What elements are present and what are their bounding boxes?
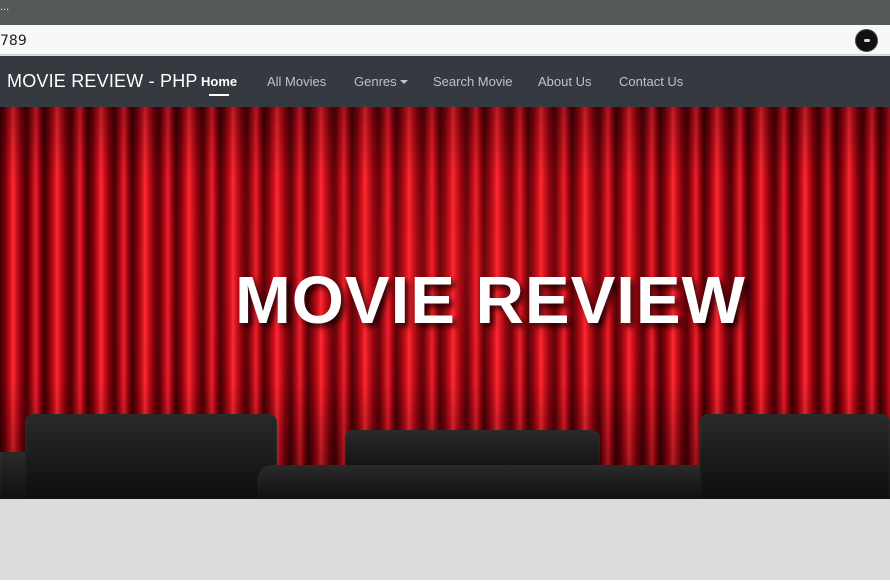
profile-avatar-icon[interactable] xyxy=(855,29,878,52)
browser-top-bar: ... xyxy=(0,0,890,25)
caret-down-icon xyxy=(399,80,408,84)
nav-contact-us[interactable]: Contact Us xyxy=(619,74,683,89)
page-bottom-strip xyxy=(0,580,890,587)
nav-genres-label: Genres xyxy=(354,74,397,89)
content-area xyxy=(0,499,890,580)
nav-home[interactable]: Home xyxy=(201,74,237,96)
address-bar[interactable]: 789 xyxy=(0,25,890,55)
tab-fragment: ... xyxy=(0,1,10,13)
theater-seat xyxy=(258,465,733,499)
main-navbar: MOVIE REVIEW - PHP Home All Movies Genre… xyxy=(0,56,890,107)
theater-seat xyxy=(25,414,277,499)
brand-title[interactable]: MOVIE REVIEW - PHP xyxy=(7,71,198,92)
hero-banner: MOVIE REVIEW xyxy=(0,107,890,499)
nav-about-us[interactable]: About Us xyxy=(538,74,591,89)
nav-all-movies[interactable]: All Movies xyxy=(267,74,326,89)
nav-genres[interactable]: Genres xyxy=(354,74,408,89)
theater-seat xyxy=(700,414,890,499)
nav-search-movie[interactable]: Search Movie xyxy=(433,74,512,89)
address-text[interactable]: 789 xyxy=(0,33,27,49)
hero-title: MOVIE REVIEW xyxy=(235,263,746,338)
